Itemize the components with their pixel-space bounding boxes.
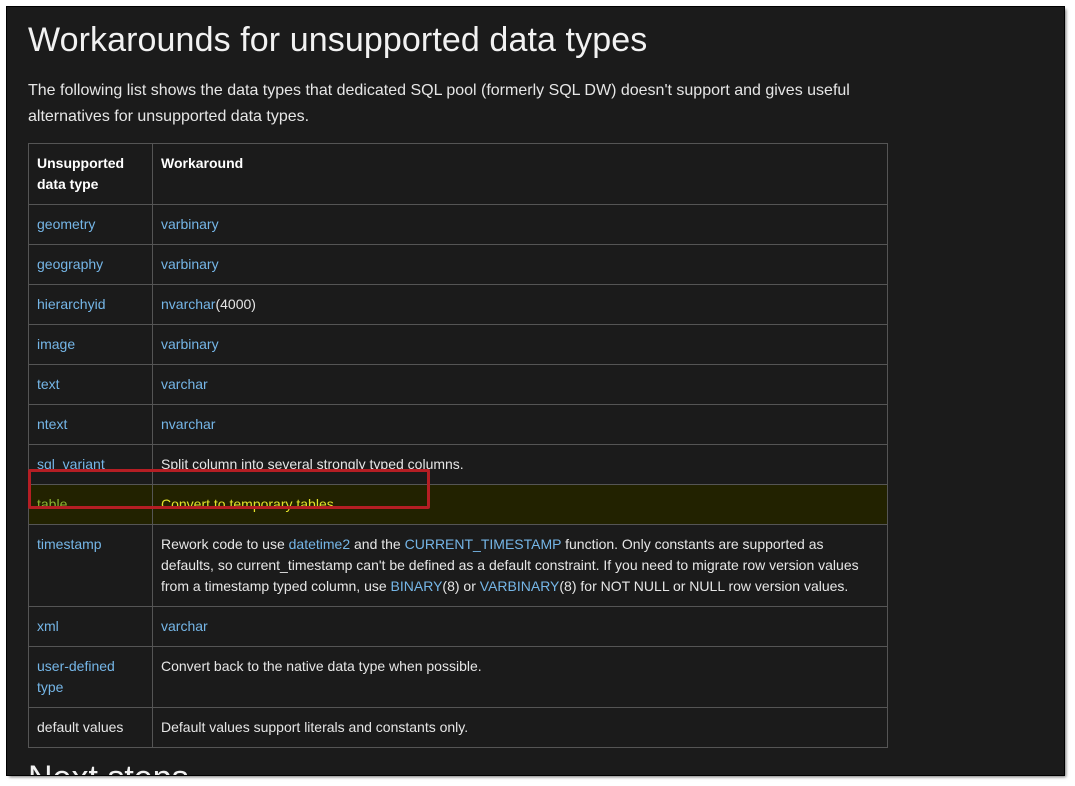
type-default-values: default values <box>37 719 124 735</box>
highlight-annotation-box <box>28 469 430 509</box>
type-link-text[interactable]: text <box>37 376 60 392</box>
type-link-timestamp[interactable]: timestamp <box>37 536 102 552</box>
workaround-text: Rework code to use datetime2 and the CUR… <box>152 524 888 607</box>
table-row: user-defined type Convert back to the na… <box>28 646 888 708</box>
unsupported-types-table: Unsupported data type Workaround geometr… <box>28 143 888 748</box>
header-workaround: Workaround <box>152 143 888 205</box>
table-row: xml varchar <box>28 606 888 647</box>
workaround-text: Convert back to the native data type whe… <box>161 658 482 674</box>
workaround-suffix: (4000) <box>215 296 256 312</box>
type-link-image[interactable]: image <box>37 336 75 352</box>
header-label: data type <box>37 176 99 192</box>
workaround-text: Default values support literals and cons… <box>161 719 469 735</box>
workaround-link[interactable]: varbinary <box>161 256 219 272</box>
workaround-link[interactable]: varbinary <box>161 216 219 232</box>
binary-link[interactable]: BINARY <box>391 578 443 594</box>
table-row: ntext nvarchar <box>28 404 888 445</box>
text-fragment: Rework code to use <box>161 536 289 552</box>
text-fragment: and the <box>350 536 405 552</box>
table-row: timestamp Rework code to use datetime2 a… <box>28 524 888 607</box>
type-link-geometry[interactable]: geometry <box>37 216 95 232</box>
page-title: Workarounds for unsupported data types <box>28 21 648 59</box>
datetime2-link[interactable]: datetime2 <box>289 536 350 552</box>
type-link-hierarchyid[interactable]: hierarchyid <box>37 296 105 312</box>
table-row: hierarchyid nvarchar(4000) <box>28 284 888 325</box>
varbinary-link[interactable]: VARBINARY <box>480 578 560 594</box>
workaround-link[interactable]: nvarchar <box>161 296 215 312</box>
intro-paragraph: The following list shows the data types … <box>28 82 850 125</box>
text-fragment: (8) or <box>442 578 480 594</box>
workaround-link[interactable]: varbinary <box>161 336 219 352</box>
header-label: Unsupported <box>37 155 125 171</box>
header-unsupported-data-type: Unsupported data type <box>28 143 153 205</box>
workaround-link[interactable]: nvarchar <box>161 416 215 432</box>
type-link-ntext[interactable]: ntext <box>37 416 67 432</box>
type-link-geography[interactable]: geography <box>37 256 103 272</box>
text-fragment: (8) for NOT NULL or NULL row version val… <box>559 578 849 594</box>
type-link-user-defined-type[interactable]: user-defined type <box>37 658 115 695</box>
workaround-link[interactable]: varchar <box>161 376 208 392</box>
table-row: geometry varbinary <box>28 204 888 245</box>
workaround-link[interactable]: varchar <box>161 618 208 634</box>
table-row: default values Default values support li… <box>28 707 888 748</box>
document-frame: Workarounds for unsupported data types T… <box>6 6 1065 776</box>
current-timestamp-link[interactable]: CURRENT_TIMESTAMP <box>405 536 562 552</box>
table-row: image varbinary <box>28 324 888 365</box>
table-row: text varchar <box>28 364 888 405</box>
next-steps-heading: Next steps <box>28 759 189 775</box>
type-link-xml[interactable]: xml <box>37 618 59 634</box>
table-row: geography varbinary <box>28 244 888 285</box>
table-header-row: Unsupported data type Workaround <box>28 143 888 205</box>
